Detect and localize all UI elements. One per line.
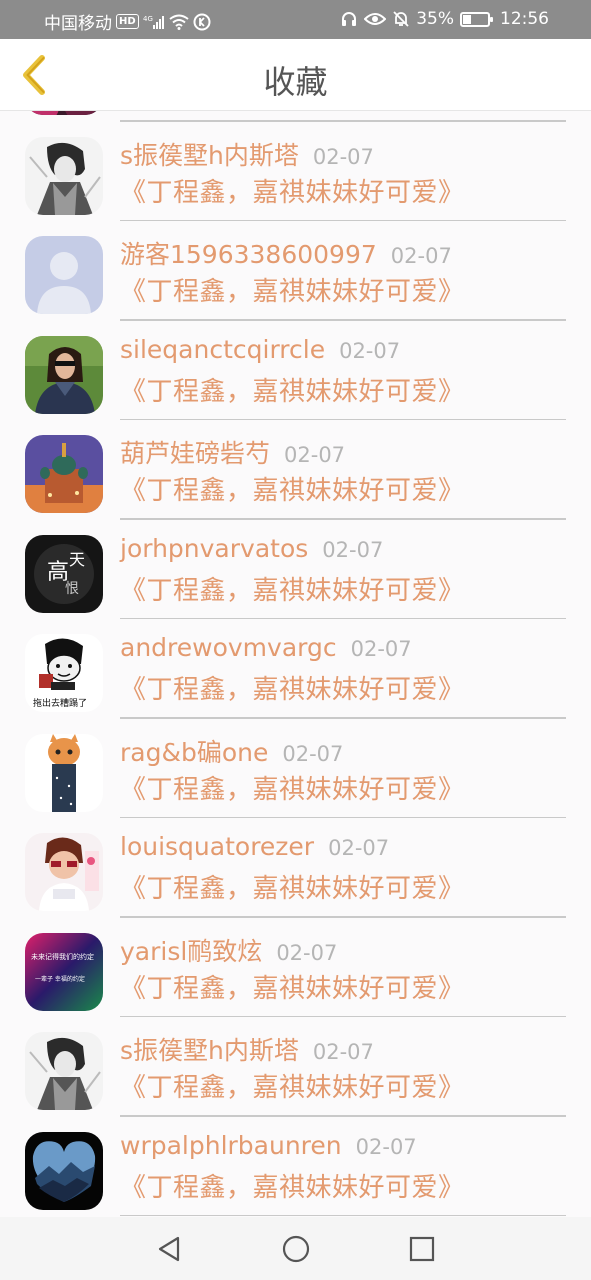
item-date: 02-07 [350,637,412,661]
item-date: 02-07 [312,1040,374,1064]
item-date: 02-07 [339,338,401,363]
clock-time: 12:56 [500,9,549,29]
author-name: yarisl鸸致炫 [120,936,263,966]
list-item[interactable]: 游客1596338600997 02-07 《丁程鑫，嘉祺妹妹好可爱》 [0,199,591,321]
item-author: s振篌墅h内斯塔 02-07 [120,136,374,172]
list-item[interactable]: 葫芦娃磅砦芍 02-07 《丁程鑫，嘉祺妹妹好可爱》 [0,398,591,520]
list-item[interactable]: louisquatorezer 02-07 《丁程鑫，嘉祺妹妹好可爱》 [0,796,591,918]
eye-icon [364,11,387,27]
system-nav-bar [0,1217,591,1280]
item-author: sileqanctcqirrcle 02-07 [120,335,400,364]
header-bar: 收藏 [0,39,591,111]
author-name: louisquatorezer [120,832,315,861]
svg-text:未来记得我们的约定: 未来记得我们的约定 [31,952,94,961]
svg-text:一辈子 幸福的约定: 一辈子 幸福的约定 [35,975,85,983]
author-name: s振篌墅h内斯塔 [120,1036,299,1065]
circle-home-icon [282,1235,309,1262]
item-date: 02-07 [284,443,346,467]
item-author: yarisl鸸致炫 02-07 [120,932,337,968]
item-author: 游客1596338600997 02-07 [120,235,452,271]
hd-badge: HD [116,14,139,29]
author-name: jorhpnvarvatos [120,533,309,563]
item-author: andrewovmvargc 02-07 [120,633,412,662]
list-item[interactable]: 高天恨 jorhpnvarvatos 02-07 《丁程鑫，嘉祺妹妹好可爱》 [0,498,591,619]
item-author: jorhpnvarvatos 02-07 [120,534,383,563]
item-date: 02-07 [328,836,390,860]
square-recent-icon [409,1236,435,1261]
wifi-icon [169,14,189,30]
item-author: 葫芦娃磅砦芍 02-07 [120,434,345,470]
list-item[interactable]: sileqanctcqirrcle 02-07 《丁程鑫，嘉祺妹妹好可爱》 [0,299,591,420]
avatar[interactable] [25,1131,103,1210]
headset-icon [340,10,358,28]
triangle-back-icon [158,1236,180,1261]
author-name: s振篌墅h内斯塔 [120,140,299,170]
network-type-label: 4G [143,15,153,23]
list-item[interactable]: s振篌墅h内斯塔 02-07 《丁程鑫，嘉祺妹妹好可爱》 [0,995,591,1117]
nav-back-button[interactable] [152,1232,186,1266]
item-date: 02-07 [312,144,374,169]
k-circle-icon [193,13,211,31]
divider [120,1214,566,1216]
list-item[interactable]: wrpalphlrbaunren 02-07 《丁程鑫，嘉祺妹妹好可爱》 [0,1095,591,1216]
item-date: 02-07 [282,741,344,766]
svg-text:恨: 恨 [65,581,79,597]
item-author: wrpalphlrbaunren 02-07 [120,1131,417,1160]
author-name: andrewovmvargc [120,633,337,662]
list-item[interactable]: rag&b碥one 02-07 《丁程鑫，嘉祺妹妹好可爱》 [0,697,591,818]
mute-bell-icon [392,10,410,28]
list-item[interactable]: s振篌墅h内斯塔 02-07 《丁程鑫，嘉祺妹妹好可爱》 [0,111,591,221]
item-author: rag&b碥one 02-07 [120,733,343,769]
battery-icon [460,11,493,27]
page-title: 收藏 [263,63,328,101]
status-bar: 中国移动 HD 4G 35% 12:56 [0,0,591,39]
author-name: wrpalphlrbaunren [120,1130,342,1160]
author-name: 葫芦娃磅砦芍 [120,439,271,468]
nav-recent-button[interactable] [405,1232,439,1266]
list-item[interactable]: 未来记得我们的约定 一辈子 幸福的约定 yarisl鸸致炫 02-07 《丁程鑫，嘉祺妹… [0,896,591,1017]
author-name: 游客1596338600997 [120,240,377,269]
item-date: 02-07 [322,537,384,562]
item-author: s振篌墅h内斯塔 02-07 [120,1031,374,1067]
author-name: sileqanctcqirrcle [120,334,326,364]
item-author: louisquatorezer 02-07 [120,832,389,861]
author-name: rag&b碥one [120,737,269,767]
item-date: 02-07 [390,244,452,268]
item-date: 02-07 [276,940,338,965]
signal-icon: 4G [143,14,165,30]
item-date: 02-07 [355,1134,417,1159]
nav-home-button[interactable] [279,1232,313,1266]
svg-text:天: 天 [69,550,85,569]
battery-percent: 35% [416,9,454,29]
carrier-label: 中国移动 [44,14,112,34]
list-item[interactable]: 拖出去糟蹋了 andrewovmvargc 02-07 《丁程鑫，嘉祺妹妹好可爱》 [0,597,591,719]
item-title[interactable]: 《丁程鑫，嘉祺妹妹好可爱》 [120,1167,465,1204]
favorites-list[interactable]: s振篌墅h内斯塔 02-07 《丁程鑫，嘉祺妹妹好可爱》 游客159633860099… [0,111,591,1217]
